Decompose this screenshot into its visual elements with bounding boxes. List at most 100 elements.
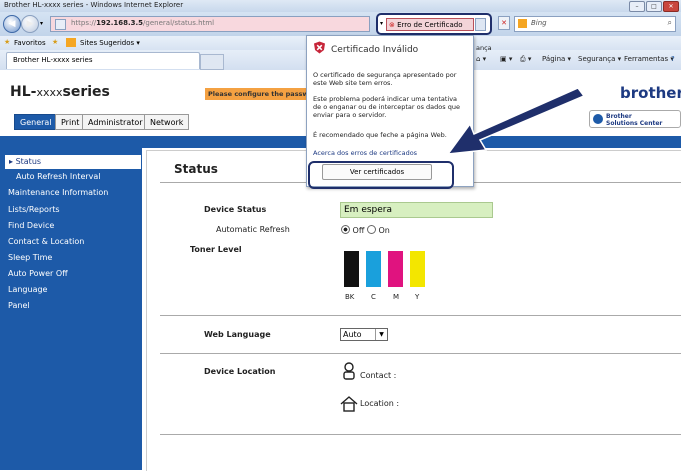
solutions-line2: Solutions Center xyxy=(606,120,663,127)
url-text: https://192.168.3.5/general/status.html xyxy=(71,19,214,27)
toner-label-c: C xyxy=(371,293,376,301)
radio-on[interactable] xyxy=(366,225,376,234)
certificate-error-button[interactable]: ⊗ Erro de Certificado xyxy=(386,18,474,31)
sidebar-item-find-device[interactable]: Find Device xyxy=(8,221,54,230)
favorites-button[interactable]: Favoritos xyxy=(14,39,46,47)
home-location-icon xyxy=(340,396,358,412)
print-icon[interactable]: ⎙ ▾ xyxy=(520,55,531,64)
toner-label-y: Y xyxy=(415,293,420,301)
shield-error-icon xyxy=(314,41,325,54)
sidebar-item-lists-reports[interactable]: Lists/Reports xyxy=(8,205,60,214)
auto-refresh-label: Automatic Refresh xyxy=(216,225,290,234)
page-icon xyxy=(55,19,66,30)
forward-button[interactable]: ▶ xyxy=(21,15,39,33)
sidebar-item-maintenance-information[interactable]: Maintenance Information xyxy=(8,188,108,197)
close-button[interactable]: ✕ xyxy=(663,1,679,12)
popup-title: Certificado Inválido xyxy=(331,45,419,55)
certificate-error-highlight: ▾ ⊗ Erro de Certificado xyxy=(376,13,492,35)
toner-bar-y xyxy=(410,251,425,287)
device-status-label: Device Status xyxy=(204,205,267,214)
sidebar-item-sleep-time[interactable]: Sleep Time xyxy=(8,253,52,262)
history-dropdown-icon[interactable]: ▾ xyxy=(40,20,43,27)
search-box[interactable]: Bing ⌕ xyxy=(514,16,676,32)
auto-refresh-radios: Off On xyxy=(341,225,390,235)
cert-dropdown-icon[interactable]: ▾ xyxy=(380,20,383,27)
tab-general[interactable]: General xyxy=(14,114,58,130)
url-host: 192.168.3.5 xyxy=(96,19,144,27)
toner-bar-c xyxy=(366,251,381,287)
sidebar-item-status[interactable]: ▸ Status xyxy=(5,155,141,169)
back-button[interactable]: ◀ xyxy=(3,15,21,33)
web-language-select[interactable]: Auto ▼ xyxy=(340,328,388,341)
add-favorite-icon[interactable]: ★ xyxy=(52,38,58,46)
solutions-line1: Brother xyxy=(606,113,632,120)
new-tab-button[interactable] xyxy=(200,54,224,70)
toner-fill-bk xyxy=(344,251,359,287)
window-title-bar: Brother HL-xxxx series - Windows Interne… xyxy=(0,0,681,12)
tools-menu[interactable]: Ferramentas ▾ xyxy=(624,55,674,63)
logo-main: HL- xyxy=(10,84,37,100)
radio-off[interactable] xyxy=(341,225,350,234)
stop-button[interactable]: ✕ xyxy=(498,16,510,30)
cert-errors-link[interactable]: Acerca dos erros de certificados xyxy=(313,149,417,157)
password-warning-banner[interactable]: Please configure the password xyxy=(205,88,310,100)
toner-label-m: M xyxy=(393,293,400,301)
window-controls: – □ ✕ xyxy=(629,1,679,12)
home-icon[interactable]: ⌂ ▾ xyxy=(476,55,486,63)
window-title: Brother HL-xxxx series - Windows Interne… xyxy=(4,1,184,9)
address-row: ◀ ▶ ▾ https://192.168.3.5/general/status… xyxy=(0,12,681,36)
brother-logo: brother xyxy=(620,84,681,102)
toner-level-label: Toner Level xyxy=(190,245,242,254)
sidebar-item-label: Status xyxy=(15,157,42,166)
suggested-sites-icon xyxy=(66,38,76,47)
sidebar-item-language[interactable]: Language xyxy=(8,285,47,294)
view-certificates-button[interactable]: Ver certificados xyxy=(322,164,432,180)
radio-off-label: Off xyxy=(352,226,365,235)
radio-on-label: On xyxy=(378,226,390,235)
url-prefix: https:// xyxy=(71,19,97,27)
toner-bar-bk xyxy=(344,251,359,287)
model-logo: HL-xxxxseries xyxy=(10,84,110,100)
feeds-icon[interactable]: ▣ ▾ xyxy=(500,55,512,63)
search-placeholder: Bing xyxy=(531,19,547,27)
refresh-icon[interactable] xyxy=(475,18,486,31)
address-bar[interactable]: https://192.168.3.5/general/status.html xyxy=(50,16,370,32)
search-icon[interactable]: ⌕ xyxy=(668,18,672,28)
tab-title: Brother HL-xxxx series xyxy=(13,56,93,64)
device-location-label: Device Location xyxy=(204,367,276,376)
minimize-button[interactable]: – xyxy=(629,1,645,12)
pointer-arrow xyxy=(446,87,586,155)
solutions-center-icon xyxy=(593,114,603,124)
contact-label: Contact : xyxy=(360,371,397,380)
divider xyxy=(160,353,681,354)
web-language-value: Auto xyxy=(343,330,362,339)
page-menu[interactable]: Página ▾ xyxy=(542,55,571,63)
divider xyxy=(160,434,681,435)
star-icon: ★ xyxy=(4,38,11,46)
toner-label-bk: BK xyxy=(345,293,355,301)
tab-network[interactable]: Network xyxy=(144,114,190,130)
browser-tab[interactable]: Brother HL-xxxx series xyxy=(6,52,200,69)
bing-logo-icon xyxy=(518,19,527,28)
location-label: Location : xyxy=(360,399,400,408)
divider xyxy=(160,315,681,316)
sidebar-item-auto-refresh-interval[interactable]: Auto Refresh Interval xyxy=(16,172,101,181)
solutions-center-button[interactable]: Brother Solutions Center xyxy=(589,110,681,128)
chevron-down-icon: ▼ xyxy=(375,329,387,340)
tab-print[interactable]: Print xyxy=(55,114,86,130)
cert-error-label: Erro de Certificado xyxy=(397,21,463,29)
logo-model: xxxx xyxy=(36,86,63,99)
shield-error-icon: ⊗ xyxy=(389,21,395,29)
sidebar-item-auto-power-off[interactable]: Auto Power Off xyxy=(8,269,68,278)
web-language-label: Web Language xyxy=(204,330,271,339)
suggested-sites-button[interactable]: Sites Sugeridos ▾ xyxy=(80,39,140,47)
help-icon[interactable]: ? xyxy=(671,55,675,63)
sidebar-item-contact-location[interactable]: Contact & Location xyxy=(8,237,84,246)
device-status-value: Em espera xyxy=(340,202,493,218)
sidebar-item-panel[interactable]: Panel xyxy=(8,301,30,310)
security-menu[interactable]: Segurança ▾ xyxy=(578,55,621,63)
logo-series: series xyxy=(62,84,110,100)
person-icon xyxy=(343,362,355,380)
tab-administrator[interactable]: Administrator xyxy=(82,114,149,130)
maximize-button[interactable]: □ xyxy=(646,1,662,12)
